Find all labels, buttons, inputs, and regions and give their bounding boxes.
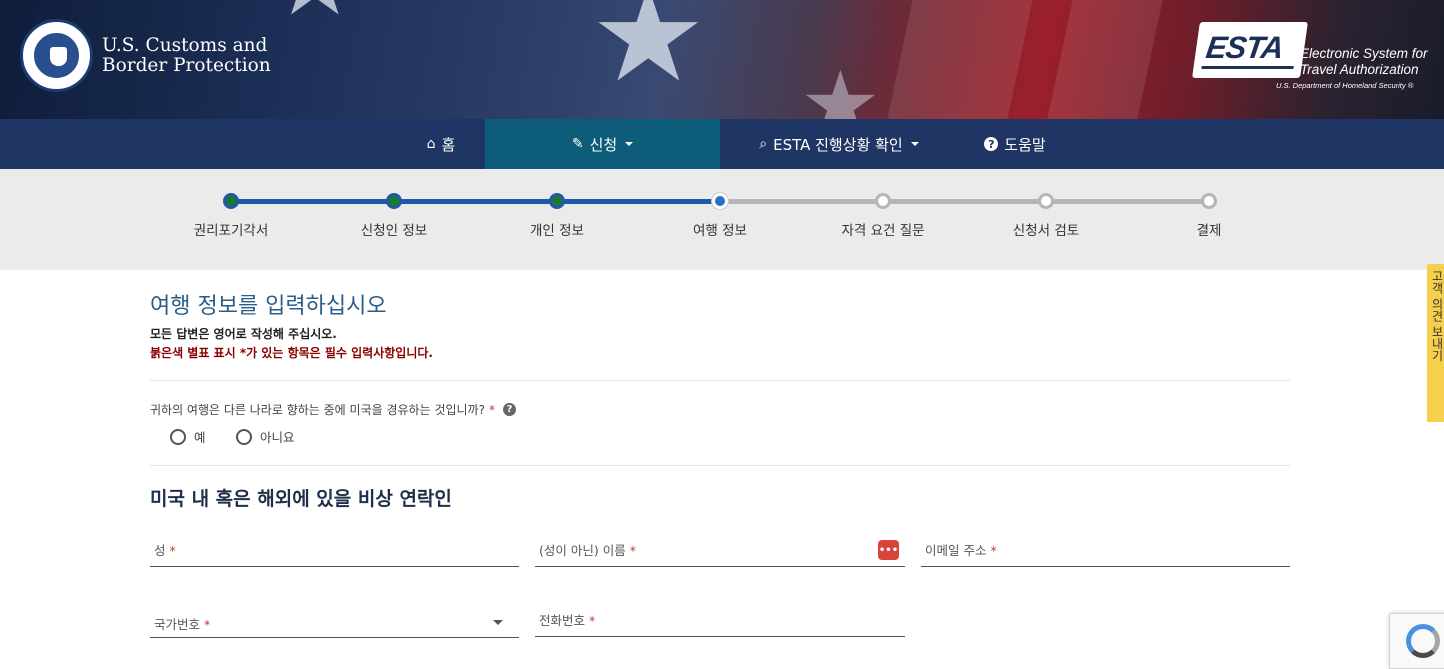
recaptcha-icon [1406,624,1440,658]
esta-logo[interactable]: ESTA [1192,22,1308,78]
emergency-contact-heading: 미국 내 혹은 해외에 있을 비상 연락인 [150,488,452,510]
phone-field[interactable]: 전화번호 * [535,609,905,637]
transit-no-radio[interactable]: 아니요 [236,427,295,446]
flag-star-icon: ★ [270,0,360,30]
field-label: 국가번호 * [154,617,211,632]
divider [150,380,1290,381]
divider [150,465,1290,466]
home-icon: ⌂ [426,136,436,152]
nav-apply-label: 신청 [589,135,618,154]
flag-star-icon: ★ [590,0,707,111]
step-dot-complete [386,193,402,209]
email-field[interactable]: 이메일 주소 * [921,539,1290,567]
step-dot-current [712,193,728,209]
first-name-field[interactable]: (성이 아닌) 이름 * ••• [535,539,905,567]
nav-help-label: 도움말 [1004,135,1046,154]
step-label: 신청인 정보 [360,223,428,239]
step-dot-complete [223,193,239,209]
step-label: 신청서 검토 [1012,223,1080,239]
step-dot-pending [1201,193,1217,209]
step-dot-complete [549,193,565,209]
step-label: 여행 정보 [693,223,747,239]
radio-label: 아니요 [260,430,295,445]
radio-circle[interactable] [236,428,252,445]
flag-stripe [887,0,1033,119]
feedback-label: 고객 의견 보내기 [1430,270,1444,362]
nav-apply[interactable]: ✎ 신청 [485,119,720,169]
esta-title: Electronic System for Travel Authorizati… [1300,46,1428,77]
field-label: (성이 아닌) 이름 * [539,543,636,558]
esta-subtitle: U.S. Department of Homeland Security ® [1276,81,1414,90]
chevron-down-icon [910,142,919,146]
page-title: 여행 정보를 입력하십시오 [150,294,387,319]
progress-track-remaining [720,199,1209,204]
radio-circle[interactable] [170,428,186,445]
recaptcha-badge[interactable] [1389,613,1444,669]
nav-status-label: ESTA 진행상황 확인 [773,135,903,154]
radio-label: 예 [194,430,206,445]
transit-yes-radio[interactable]: 예 [170,427,206,446]
transit-question-label: 귀하의 여행은 다른 나라로 향하는 중에 미국을 경유하는 것입니까? [150,403,485,417]
flag-stripe [1047,0,1163,119]
step-dot-pending [875,193,891,209]
field-label: 전화번호 * [539,613,596,628]
agency-name[interactable]: U.S. Customs and Border Protection [102,36,271,76]
last-name-field[interactable]: 성 * [150,539,519,567]
chevron-down-icon [625,142,634,146]
password-manager-icon[interactable]: ••• [878,540,899,560]
nav-home-label: 홈 [441,135,456,154]
field-label: 성 * [154,543,176,558]
main-nav: ⌂ 홈 ✎ 신청 ⌕ ESTA 진행상황 확인 ? 도움말 [0,119,1444,169]
header-banner: ★ ★ ★ U.S. Customs and Border Protection… [0,0,1444,119]
english-note: 모든 답변은 영어로 작성해 주십시오. [150,327,337,341]
question-circle-icon: ? [984,137,999,151]
nav-status[interactable]: ⌕ ESTA 진행상황 확인 [745,119,933,169]
nav-home[interactable]: ⌂ 홈 [397,119,485,169]
pencil-icon: ✎ [571,136,584,152]
step-label: 결제 [1196,223,1222,239]
step-label: 자격 요건 질문 [841,223,925,239]
step-label: 개인 정보 [530,223,584,239]
search-icon: ⌕ [759,136,768,152]
progress-track-done [231,199,720,204]
transit-question: 귀하의 여행은 다른 나라로 향하는 중에 미국을 경유하는 것입니까? * ? [150,401,516,418]
country-code-select[interactable]: 국가번호 * [150,610,519,638]
required-note: 붉은색 별표 표시 *가 있는 항목은 필수 입력사항입니다. [150,346,433,360]
step-dot-pending [1038,193,1054,209]
feedback-tab[interactable]: 고객 의견 보내기 [1427,264,1444,422]
progress-tracker: 권리포기각서 신청인 정보 개인 정보 여행 정보 자격 요건 질문 신청서 검… [0,169,1444,270]
step-label: 권리포기각서 [193,223,269,239]
required-asterisk: * [488,402,495,417]
dhs-seal-logo[interactable] [20,19,93,92]
flag-star-icon: ★ [800,52,881,120]
field-label: 이메일 주소 * [925,543,997,558]
help-icon[interactable]: ? [502,403,516,416]
chevron-down-icon [493,620,503,625]
nav-help[interactable]: ? 도움말 [970,119,1060,169]
